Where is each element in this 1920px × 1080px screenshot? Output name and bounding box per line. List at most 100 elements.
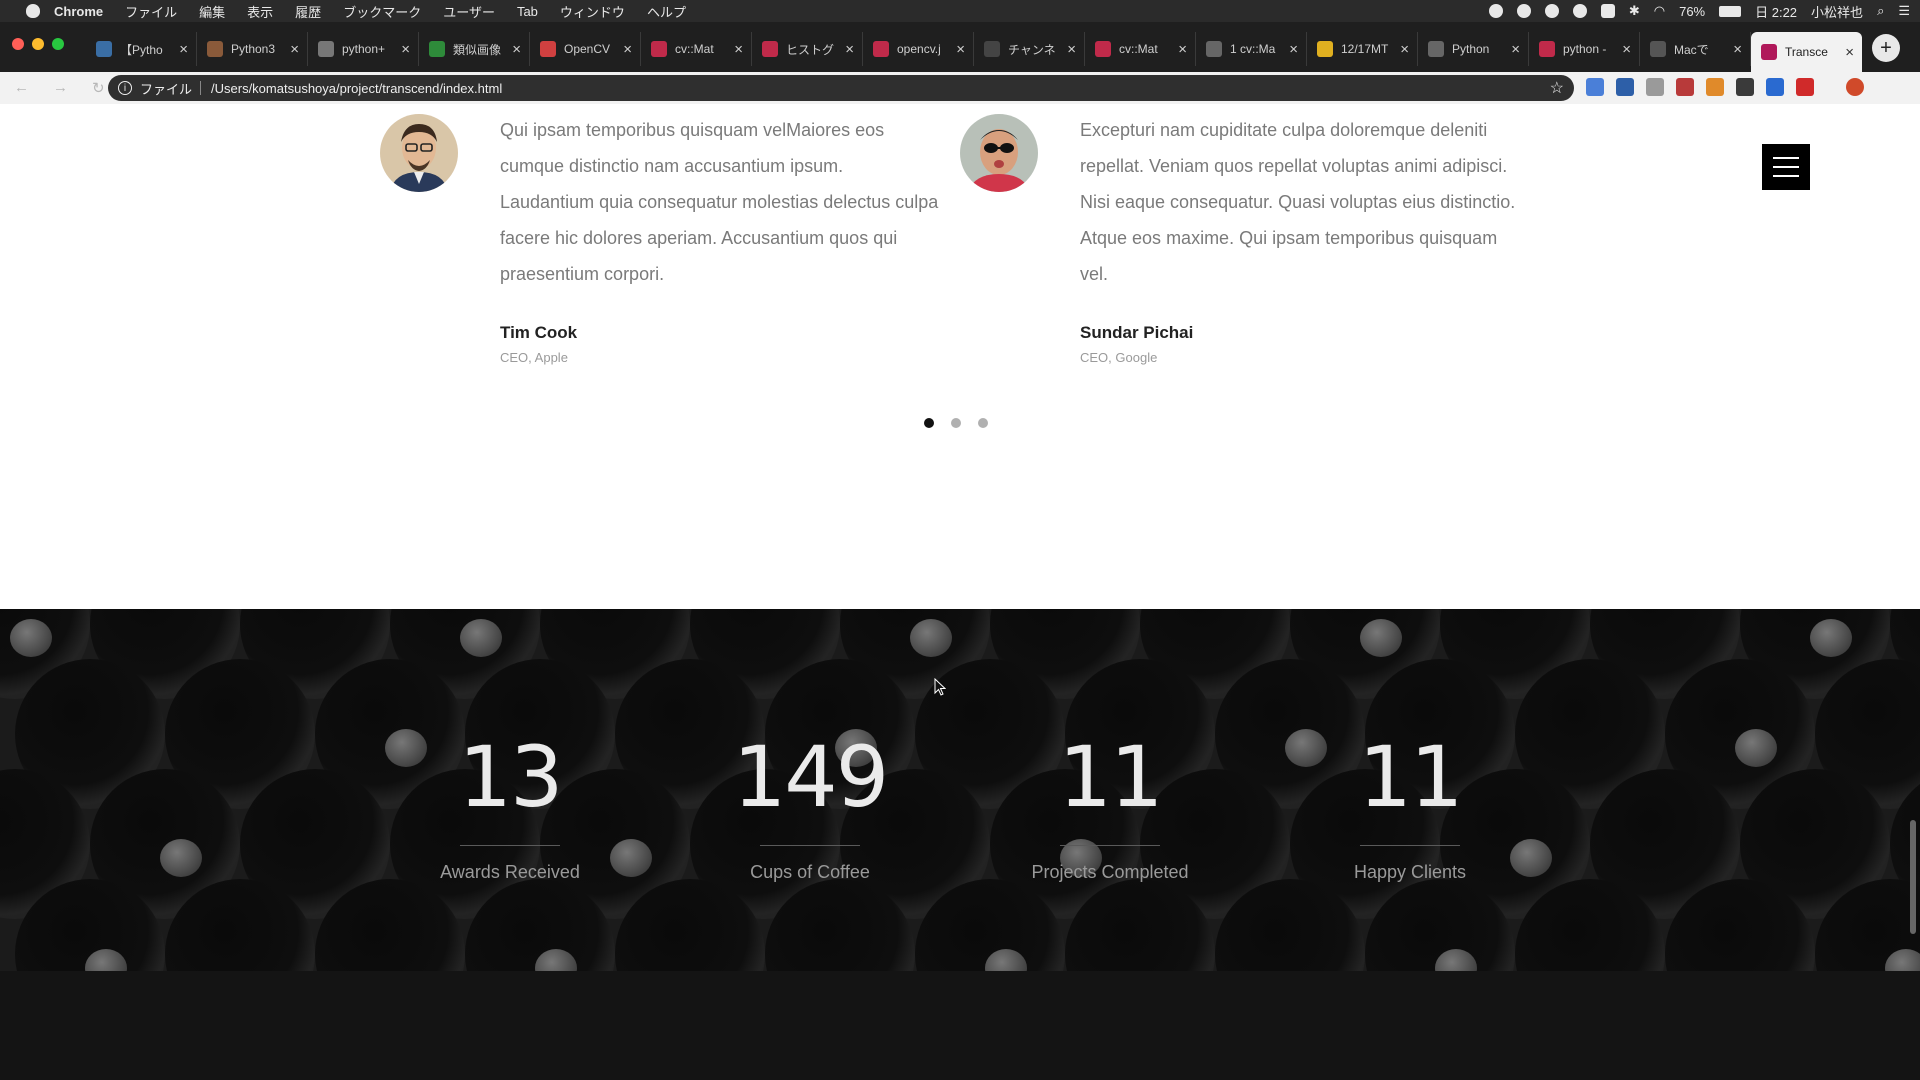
tab-list: 【Pytho × Python3 × python+ × 類似画像 × OpenCV × cv::M…: [86, 32, 1862, 72]
clock[interactable]: 日 2:22: [1755, 2, 1797, 21]
hamburger-menu-button[interactable]: [1762, 144, 1810, 190]
tab-close-icon[interactable]: ×: [1511, 41, 1520, 58]
tab-favicon-icon: [1317, 41, 1333, 57]
stat-number: 149: [732, 728, 889, 826]
tab-close-icon[interactable]: ×: [1622, 41, 1631, 58]
cloud-icon[interactable]: [1544, 4, 1559, 18]
tab-close-icon[interactable]: ×: [1733, 41, 1742, 58]
browser-tab[interactable]: チャンネ ×: [974, 32, 1085, 66]
tab-favicon-icon: [1206, 41, 1222, 57]
carousel-dot-1[interactable]: [924, 418, 934, 428]
user-name[interactable]: 小松祥也: [1811, 2, 1863, 21]
tab-close-icon[interactable]: ×: [1289, 41, 1298, 58]
close-window-icon[interactable]: [12, 38, 24, 50]
tab-close-icon[interactable]: ×: [1178, 41, 1187, 58]
new-tab-button[interactable]: +: [1872, 34, 1900, 62]
browser-tab[interactable]: OpenCV ×: [530, 32, 641, 66]
profile-avatar[interactable]: [1846, 78, 1864, 96]
pattern-stud: [160, 839, 202, 877]
tab-close-icon[interactable]: ×: [734, 41, 743, 58]
browser-tab[interactable]: 12/17MT ×: [1307, 32, 1418, 66]
carousel-dot-2[interactable]: [951, 418, 961, 428]
stat-label: Awards Received: [440, 862, 580, 882]
menu-history[interactable]: 履歴: [295, 2, 321, 21]
menu-tab[interactable]: Tab: [517, 4, 538, 19]
browser-tab[interactable]: 類似画像 ×: [419, 32, 530, 66]
browser-tab[interactable]: Python ×: [1418, 32, 1529, 66]
browser-tab[interactable]: python - ×: [1529, 32, 1640, 66]
menu-bookmarks[interactable]: ブックマーク: [343, 2, 421, 21]
menu-file[interactable]: ファイル: [125, 2, 177, 21]
tab-close-icon[interactable]: ×: [179, 41, 188, 58]
avatar-sundar-pichai: [960, 114, 1038, 192]
browser-tab[interactable]: opencv.j ×: [863, 32, 974, 66]
browser-tab[interactable]: 【Pytho ×: [86, 32, 197, 66]
testimonial-name: Tim Cook: [500, 323, 578, 342]
menu-view[interactable]: 表示: [247, 2, 273, 21]
browser-tab[interactable]: cv::Mat ×: [641, 32, 752, 66]
tab-close-icon[interactable]: ×: [512, 41, 521, 58]
vpn-extension-icon[interactable]: [1766, 78, 1784, 96]
tab-close-icon[interactable]: ×: [1067, 41, 1076, 58]
browser-tab[interactable]: cv::Mat ×: [1085, 32, 1196, 66]
video-extension-icon[interactable]: [1796, 78, 1814, 96]
stat-label: Happy Clients: [1353, 862, 1467, 882]
menu-app-chrome[interactable]: Chrome: [54, 4, 103, 19]
translate-extension-icon[interactable]: [1586, 78, 1604, 96]
sync-icon[interactable]: [1572, 4, 1587, 18]
address-bar[interactable]: i ファイル /Users/komatsushoya/project/trans…: [108, 75, 1574, 101]
tab-close-icon[interactable]: ×: [290, 41, 299, 58]
browser-tab[interactable]: python+ ×: [308, 32, 419, 66]
window-controls: [12, 38, 64, 50]
record-icon[interactable]: [1488, 4, 1503, 18]
stat-number: 11: [1058, 728, 1164, 826]
testimonial-quote: Qui ipsam temporibus quisquam velMaiores…: [500, 120, 939, 284]
battery-icon[interactable]: [1719, 5, 1742, 17]
apple-icon[interactable]: [26, 4, 40, 18]
gift-extension-icon[interactable]: [1676, 78, 1694, 96]
tab-close-icon[interactable]: ×: [1400, 41, 1409, 58]
hamburger-line: [1773, 175, 1799, 177]
back-arrow-icon[interactable]: ←: [14, 79, 29, 97]
tab-favicon-icon: [984, 41, 1000, 57]
bookmark-star-icon[interactable]: ☆: [1550, 78, 1564, 98]
stat-coffee: 149 Cups of Coffee: [685, 727, 935, 883]
menu-edit[interactable]: 編集: [199, 2, 225, 21]
reload-icon[interactable]: ↻: [92, 79, 105, 97]
grammarly-icon[interactable]: [1516, 4, 1531, 18]
fox-extension-icon[interactable]: [1706, 78, 1724, 96]
address-url[interactable]: /Users/komatsushoya/project/transcend/in…: [211, 81, 1550, 96]
tab-close-icon[interactable]: ×: [401, 41, 410, 58]
dictionary-extension-icon[interactable]: [1616, 78, 1634, 96]
menu-help[interactable]: ヘルプ: [647, 2, 686, 21]
testimonial-name: Sundar Pichai: [1080, 323, 1194, 342]
minimize-window-icon[interactable]: [32, 38, 44, 50]
browser-tab[interactable]: Transce ×: [1751, 32, 1862, 72]
menu-window[interactable]: ウィンドウ: [560, 2, 625, 21]
tab-close-icon[interactable]: ×: [956, 41, 965, 58]
tab-close-icon[interactable]: ×: [845, 41, 854, 58]
selenium-extension-icon[interactable]: [1736, 78, 1754, 96]
notification-center-icon[interactable]: ☰: [1898, 3, 1910, 19]
cast-extension-icon[interactable]: [1646, 78, 1664, 96]
pattern-stud: [10, 619, 52, 657]
pattern-stud: [1735, 729, 1777, 767]
spotlight-icon[interactable]: ⌕: [1877, 3, 1884, 19]
forward-arrow-icon[interactable]: →: [53, 79, 68, 97]
bluetooth-icon[interactable]: ✱: [1629, 3, 1640, 19]
browser-tab[interactable]: Python3 ×: [197, 32, 308, 66]
info-icon[interactable]: i: [118, 81, 132, 95]
menu-user[interactable]: ユーザー: [443, 2, 495, 21]
carousel-dot-3[interactable]: [978, 418, 988, 428]
page-scrollbar[interactable]: [1910, 820, 1916, 934]
browser-tab[interactable]: ヒストグ ×: [752, 32, 863, 66]
tab-close-icon[interactable]: ×: [1845, 44, 1854, 61]
zoom-window-icon[interactable]: [52, 38, 64, 50]
browser-tab[interactable]: 1 cv::Ma ×: [1196, 32, 1307, 66]
input-method-icon[interactable]: [1600, 4, 1615, 18]
stat-clients: 11 Happy Clients: [1285, 727, 1535, 883]
tab-favicon-icon: [1428, 41, 1444, 57]
tab-close-icon[interactable]: ×: [623, 41, 632, 58]
browser-tab[interactable]: Macで ×: [1640, 32, 1751, 66]
wifi-icon[interactable]: ◠: [1654, 3, 1665, 19]
